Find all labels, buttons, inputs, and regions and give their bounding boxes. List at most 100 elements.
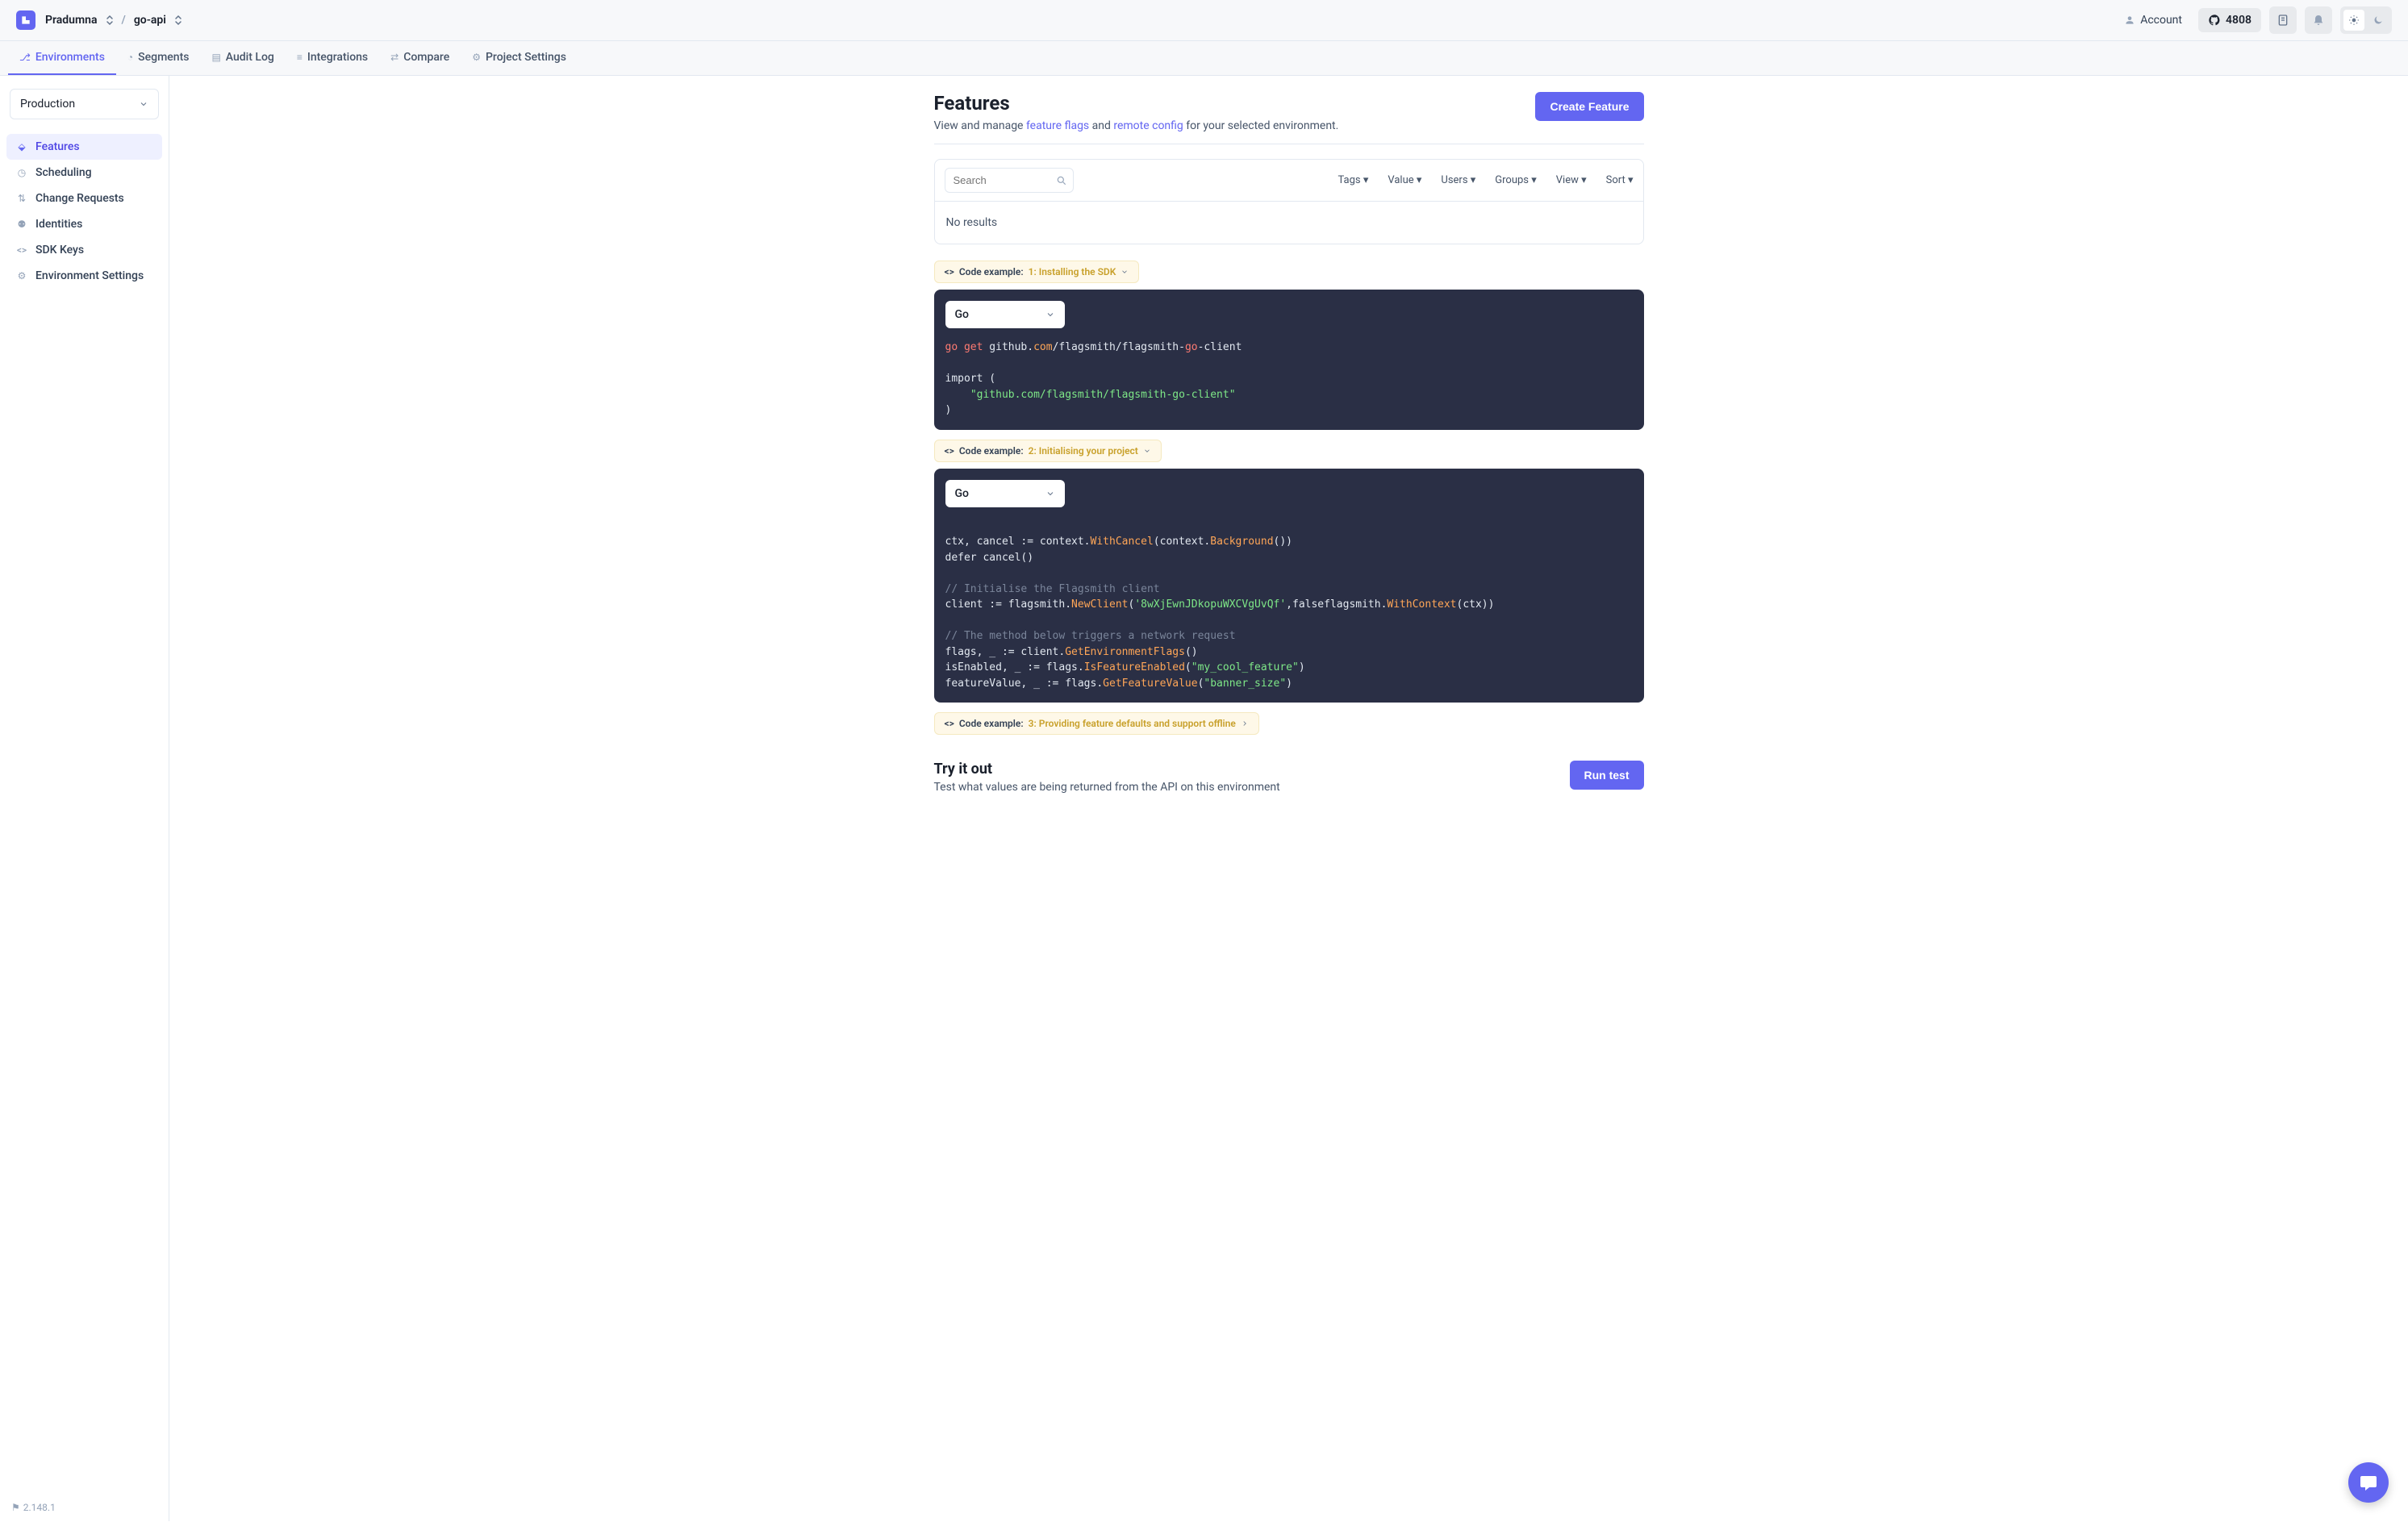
clock-icon: ◷ xyxy=(16,167,27,178)
filter-view[interactable]: View ▾ xyxy=(1556,174,1587,186)
sidebar-item-scheduling[interactable]: ◷ Scheduling xyxy=(6,160,162,186)
code-icon: <> xyxy=(945,718,954,729)
language-selector[interactable]: Go xyxy=(945,480,1065,507)
language-selector[interactable]: Go xyxy=(945,301,1065,328)
remote-config-link[interactable]: remote config xyxy=(1113,119,1183,132)
environment-name: Production xyxy=(20,98,75,111)
code-content-2: ctx, cancel := context.WithCancel(contex… xyxy=(945,519,1633,692)
sidebar-item-identities[interactable]: ⚉ Identities xyxy=(6,211,162,237)
theme-toggle xyxy=(2340,6,2392,34)
tab-segments[interactable]: ◔Segments xyxy=(116,41,201,75)
project-tabs: ⎇ Environments ◔Segments ▤Audit Log ≡ Inte… xyxy=(0,41,2408,76)
try-title: Try it out xyxy=(934,761,1280,778)
user-icon xyxy=(2124,15,2135,26)
chevron-down-icon xyxy=(1045,310,1055,319)
search-input[interactable] xyxy=(945,168,1074,193)
users-icon: ⚉ xyxy=(16,219,27,230)
tab-environments[interactable]: ⎇ Environments xyxy=(8,41,116,75)
code-content-1: go get github.com/flagsmith/flagsmith-go… xyxy=(945,340,1633,419)
sidebar-item-features[interactable]: ⬙ Features xyxy=(6,134,162,160)
sidebar-item-sdk-keys[interactable]: <>SDK Keys xyxy=(6,237,162,263)
main-content: Features View and manage feature flags a… xyxy=(169,76,2408,1521)
document-icon xyxy=(2277,14,2289,27)
tab-label: Integrations xyxy=(307,51,368,64)
sidebar-item-label: Environment Settings xyxy=(35,269,144,282)
page-header: Features View and manage feature flags a… xyxy=(934,92,1644,144)
filter-sort[interactable]: Sort ▾ xyxy=(1606,174,1634,186)
environment-selector[interactable]: Production xyxy=(10,89,159,119)
breadcrumb: Pradumna / go-api xyxy=(45,14,182,27)
github-stars-button[interactable]: 4808 xyxy=(2198,8,2261,32)
sidebar-item-label: Change Requests xyxy=(35,192,124,205)
pie-icon: ◔ xyxy=(127,52,133,63)
tab-label: Environments xyxy=(35,51,105,64)
branch-icon: ⎇ xyxy=(19,52,31,63)
header-actions: Account 4808 xyxy=(2116,6,2392,34)
gear-icon: ⚙ xyxy=(16,270,27,281)
filter-value[interactable]: Value ▾ xyxy=(1388,174,1421,186)
tab-label: Audit Log xyxy=(226,51,274,64)
run-test-button[interactable]: Run test xyxy=(1570,761,1644,790)
code-example-3-header[interactable]: <> Code example: 3: Providing feature de… xyxy=(934,712,1259,735)
account-label: Account xyxy=(2140,14,2182,27)
filter-links: Tags ▾ Value ▾ Users ▾ Groups ▾ View ▾ S… xyxy=(1338,174,1633,186)
chevron-updown-icon[interactable] xyxy=(106,15,114,26)
filter-users[interactable]: Users ▾ xyxy=(1441,174,1475,186)
sidebar: Production ⬙ Features ◷ Scheduling ⇅ Change… xyxy=(0,76,169,1521)
chevron-down-icon xyxy=(1143,447,1151,455)
tag-icon: ⚑ xyxy=(11,1502,20,1513)
breadcrumb-project[interactable]: go-api xyxy=(134,14,166,27)
bell-icon xyxy=(2312,14,2325,27)
search-icon xyxy=(1056,175,1067,186)
sun-icon xyxy=(2348,15,2360,26)
try-description: Test what values are being returned from… xyxy=(934,781,1280,794)
code-example-step: 1: Installing the SDK xyxy=(1029,266,1116,277)
features-panel: Tags ▾ Value ▾ Users ▾ Groups ▾ View ▾ S… xyxy=(934,159,1644,244)
pull-request-icon: ⇅ xyxy=(16,193,27,204)
sidebar-item-label: Identities xyxy=(35,218,82,231)
sidebar-item-label: Features xyxy=(35,140,80,153)
chevron-down-icon xyxy=(1045,489,1055,498)
chevron-updown-icon[interactable] xyxy=(174,15,182,26)
code-icon: <> xyxy=(945,445,954,457)
tab-audit-log[interactable]: ▤Audit Log xyxy=(200,41,285,75)
code-block-1: Go go get github.com/flagsmith/flagsmith… xyxy=(934,290,1644,430)
code-block-2: Go ctx, cancel := context.WithCancel(con… xyxy=(934,469,1644,703)
tab-integrations[interactable]: ≡ Integrations xyxy=(286,41,379,75)
create-feature-button[interactable]: Create Feature xyxy=(1535,92,1643,121)
theme-dark-button[interactable] xyxy=(2368,10,2389,31)
rocket-icon: ⬙ xyxy=(16,141,27,152)
code-example-1-header[interactable]: <> Code example: 1: Installing the SDK xyxy=(934,261,1140,283)
code-example-2-header[interactable]: <> Code example: 2: Initialising your pr… xyxy=(934,440,1162,462)
feature-flags-link[interactable]: feature flags xyxy=(1026,119,1089,132)
filter-tags[interactable]: Tags ▾ xyxy=(1338,174,1368,186)
notifications-button[interactable] xyxy=(2305,6,2332,34)
search-box xyxy=(945,168,1074,193)
theme-light-button[interactable] xyxy=(2343,10,2364,31)
github-icon xyxy=(2208,14,2221,27)
app-logo[interactable] xyxy=(16,10,35,30)
breadcrumb-org[interactable]: Pradumna xyxy=(45,14,98,27)
moon-icon xyxy=(2373,15,2384,26)
tab-project-settings[interactable]: ⚙Project Settings xyxy=(461,41,578,75)
chevron-down-icon xyxy=(139,99,148,109)
tab-label: Project Settings xyxy=(486,51,566,64)
try-it-out-section: Try it out Test what values are being re… xyxy=(934,761,1644,794)
chevron-right-icon xyxy=(1241,719,1249,728)
code-icon: <> xyxy=(945,266,954,277)
sidebar-item-environment-settings[interactable]: ⚙ Environment Settings xyxy=(6,263,162,289)
compare-icon: ⇄ xyxy=(390,52,399,63)
code-example-step: 2: Initialising your project xyxy=(1029,445,1138,457)
chat-icon xyxy=(2359,1473,2378,1492)
sidebar-item-change-requests[interactable]: ⇅ Change Requests xyxy=(6,186,162,211)
stack-icon: ≡ xyxy=(297,52,303,63)
page-title: Features xyxy=(934,92,1339,115)
docs-button[interactable] xyxy=(2269,6,2297,34)
sidebar-item-label: Scheduling xyxy=(35,166,92,179)
tab-compare[interactable]: ⇄Compare xyxy=(379,41,461,75)
account-link[interactable]: Account xyxy=(2116,9,2190,31)
page-subtitle: View and manage feature flags and remote… xyxy=(934,119,1339,132)
chat-widget-button[interactable] xyxy=(2348,1462,2389,1503)
sidebar-item-label: SDK Keys xyxy=(35,244,84,256)
filter-groups[interactable]: Groups ▾ xyxy=(1495,174,1536,186)
